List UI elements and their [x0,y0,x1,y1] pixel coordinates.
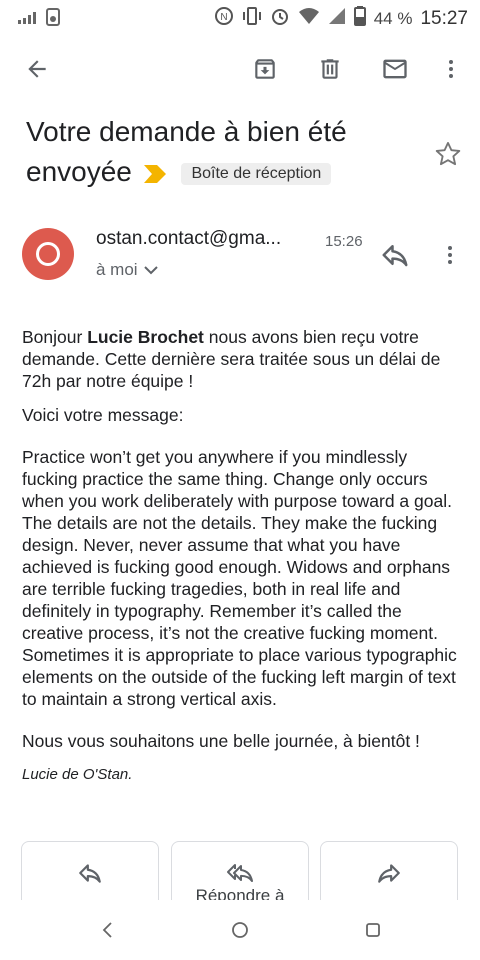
inbox-label-chip[interactable]: Boîte de réception [181,162,332,185]
nfc-icon: N [214,6,234,32]
recipient-label: à moi [96,260,138,279]
battery-icon [353,6,366,32]
trash-icon [321,59,339,79]
nav-home-icon [232,922,248,938]
storage-icon [46,8,60,31]
nav-back-button[interactable] [95,918,119,942]
mail-icon [383,59,407,79]
message-label: Voici votre message: [22,405,184,425]
battery-percent: 44 % [373,9,413,28]
star-icon [435,141,461,166]
navigation-bar [0,900,480,960]
more-vert-icon [449,60,453,78]
toolbar [0,46,480,92]
signature: Lucie de O'Stan. [22,766,133,783]
email-time: 15:26 [325,233,363,250]
chevron-down-icon [143,266,158,275]
wifi-icon [298,7,320,31]
delete-button[interactable] [307,46,353,92]
mark-unread-button[interactable] [372,46,418,92]
status-bar: N 44 % 15:27 [0,0,480,36]
reply-icon [382,245,408,267]
nav-home-button[interactable] [228,918,252,942]
reply-icon [79,864,101,883]
notification-dots-icon [18,11,36,29]
message-text: Practice won’t get you anywhere if you m… [22,447,457,709]
email-subject: Votre demande à bien été envoyée Boîte d… [26,112,426,194]
more-vert-icon [448,246,452,264]
forward-icon [378,864,400,883]
nav-recents-icon [366,923,380,937]
vibrate-icon [242,7,262,31]
clock: 15:27 [420,8,468,29]
nav-back-icon [102,922,112,938]
avatar-initial-icon [36,242,60,266]
svg-text:N: N [220,12,227,23]
alarm-icon [270,6,290,32]
recipient-name: Lucie Brochet [87,327,204,347]
email-body: Bonjour Lucie Brochet nous avons bien re… [22,326,462,798]
sender-address[interactable]: ostan.contact@gma... [96,228,281,250]
signal-icon [328,7,346,31]
nav-recents-button[interactable] [361,918,385,942]
star-button[interactable] [434,140,462,168]
reply-all-icon [227,864,253,882]
sender-avatar[interactable] [22,228,74,280]
closing-text: Nous vous souhaitons une belle journée, … [22,731,420,751]
message-more-button[interactable] [438,240,462,272]
recipient-details[interactable]: à moi [96,260,158,280]
archive-button[interactable] [242,46,288,92]
reply-button[interactable] [380,240,412,272]
back-button[interactable] [14,46,60,92]
greeting: Bonjour [22,327,88,347]
more-options-button[interactable] [428,46,474,92]
archive-icon [255,59,275,79]
label-importance-icon [143,154,166,194]
arrow-left-icon [28,60,46,78]
intro-paragraph: Bonjour Lucie Brochet nous avons bien re… [22,326,462,392]
